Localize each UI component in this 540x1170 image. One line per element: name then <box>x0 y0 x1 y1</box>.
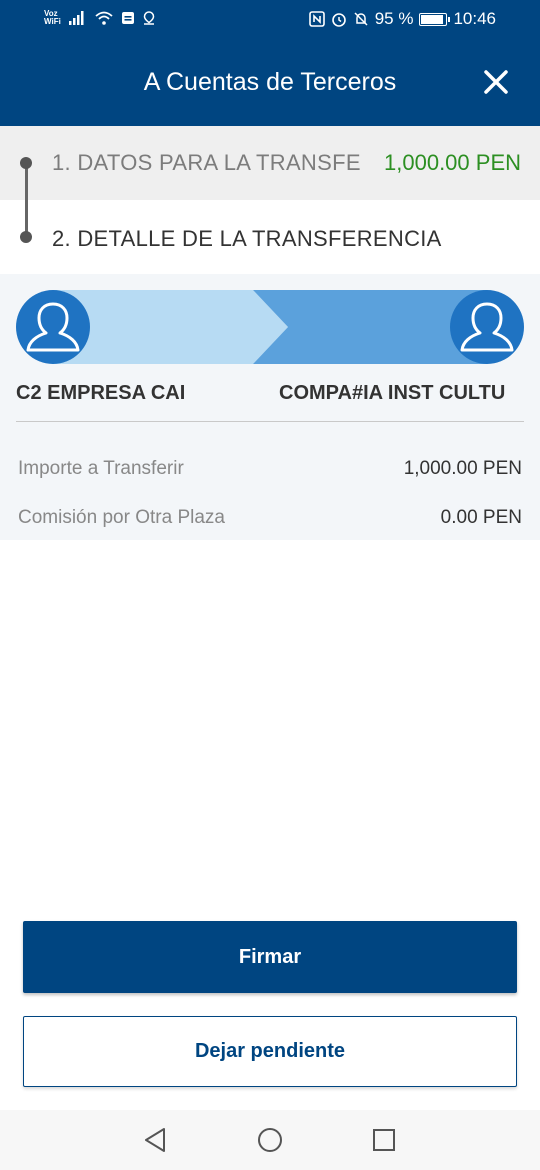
origin-user-icon <box>16 290 90 364</box>
destination-account-name: COMPA#IA INST CULTU <box>279 382 506 404</box>
back-button[interactable] <box>142 1126 170 1154</box>
sim-icon <box>121 11 135 25</box>
stepper-line <box>25 163 28 237</box>
commission-value: 0.00 PEN <box>440 507 522 528</box>
amount-value: 1,000.00 PEN <box>403 458 522 479</box>
recents-icon <box>373 1129 395 1151</box>
battery-percent: 95 % <box>374 9 414 28</box>
mute-icon <box>353 11 369 27</box>
status-bar: Voz WiFi 95 % 10:46 <box>0 0 540 40</box>
home-button[interactable] <box>256 1126 284 1154</box>
step-2-dot <box>20 231 32 243</box>
system-nav-bar <box>0 1110 540 1170</box>
origin-account-name: C2 EMPRESA CAI <box>16 382 186 404</box>
recents-button[interactable] <box>370 1126 398 1154</box>
home-icon <box>258 1128 282 1152</box>
transfer-summary: C2 EMPRESA CAI COMPA#IA INST CULTU Impor… <box>0 274 540 540</box>
leave-pending-button[interactable]: Dejar pendiente <box>23 1016 517 1087</box>
signal-icon <box>68 11 87 25</box>
wifi-icon <box>95 11 113 25</box>
page-title: A Cuentas de Terceros <box>143 68 397 96</box>
destination-user-icon <box>450 290 524 364</box>
location-icon <box>143 11 155 25</box>
commission-label: Comisión por Otra Plaza <box>18 507 225 528</box>
app-header: A Cuentas de Terceros <box>0 40 540 126</box>
clock: 10:46 <box>453 9 496 28</box>
amount-label: Importe a Transferir <box>18 458 184 479</box>
step-1-label: 1. DATOS PARA LA TRANSFERENCIA <box>52 150 360 175</box>
wifi-label: WiFi <box>44 17 61 26</box>
step-1-dot <box>20 157 32 169</box>
close-icon <box>484 70 508 94</box>
nfc-icon <box>308 11 325 27</box>
step-2-label: 2. DETALLE DE LA TRANSFERENCIA <box>52 226 442 251</box>
step-transfer-data[interactable]: 1. DATOS PARA LA TRANSFERENCIA 1,000.00 … <box>0 126 540 200</box>
close-button[interactable] <box>480 66 512 98</box>
transfer-flow-graphic <box>16 290 524 364</box>
step-transfer-detail: 2. DETALLE DE LA TRANSFERENCIA <box>0 200 540 274</box>
sign-button[interactable]: Firmar <box>23 921 517 993</box>
back-icon <box>145 1128 165 1152</box>
battery-icon <box>419 12 451 26</box>
divider <box>16 421 524 422</box>
alarm-icon <box>331 11 347 27</box>
step-1-amount: 1,000.00 PEN <box>384 150 521 175</box>
voz-wifi-label: Voz WiFi <box>44 10 61 26</box>
